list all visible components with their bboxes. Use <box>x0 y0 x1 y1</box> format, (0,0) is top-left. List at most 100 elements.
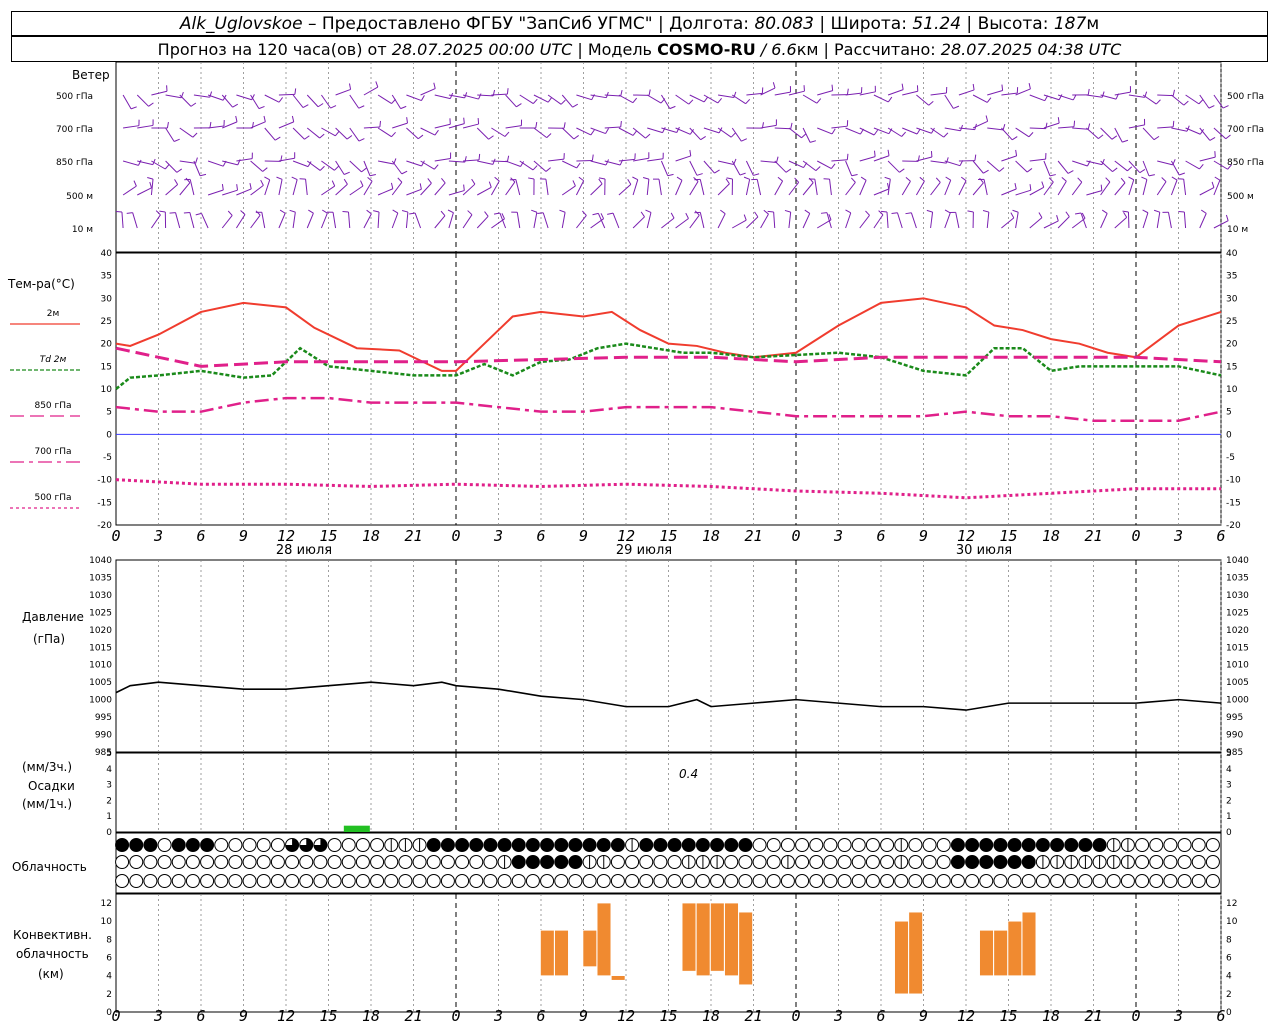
cloud-symbol <box>525 874 540 888</box>
wind-barb-flag <box>717 97 723 104</box>
wind-barb-flag <box>627 178 632 185</box>
x-tick-label: 6 <box>196 527 205 545</box>
wind-barb <box>321 160 335 171</box>
wind-barb <box>1058 126 1075 129</box>
wind-barb <box>612 212 620 229</box>
wind-barb <box>689 181 699 196</box>
wind-barb <box>760 160 777 163</box>
wind-barb-flag <box>1028 132 1034 138</box>
wind-barb <box>193 94 210 98</box>
wind-barb <box>533 127 548 139</box>
wind-barb <box>675 155 691 162</box>
wind-barb <box>261 212 266 229</box>
cloud-symbol <box>115 838 130 852</box>
cloud-symbol <box>922 855 937 869</box>
x-tick-label: 3 <box>1173 1007 1183 1024</box>
wind-barb <box>477 186 492 196</box>
cloud-symbol <box>228 855 243 869</box>
conv-bar <box>908 911 923 995</box>
wind-barb-flag <box>986 97 992 103</box>
cloud-symbol <box>270 855 285 869</box>
wind-barb-flag <box>115 210 122 213</box>
wind-barb-flag <box>276 176 283 180</box>
wind-barb-flag <box>700 136 706 141</box>
x-tick-label: 0 <box>1131 1007 1140 1024</box>
x-tick-label: 9 <box>579 527 588 545</box>
pressure-y-tick: 1005 <box>1226 678 1249 688</box>
cloud-symbol <box>341 838 356 852</box>
wind-barb-flag <box>232 103 239 108</box>
conv-bar <box>611 975 626 981</box>
wind-barb <box>955 212 960 229</box>
wind-barb-flag <box>1172 89 1175 96</box>
wind-barb-flag <box>777 176 783 182</box>
conv-bar <box>554 930 569 976</box>
cloud-symbol <box>540 838 555 852</box>
wind-barb-flag <box>1139 168 1146 174</box>
wind-barb <box>207 160 224 167</box>
wind-barb <box>292 179 298 196</box>
wind-barb <box>306 94 319 108</box>
cloud-symbol <box>299 855 314 869</box>
x-tick-label: 6 <box>876 1007 885 1024</box>
wind-barb-flag <box>304 135 310 140</box>
wind-barb <box>986 212 990 229</box>
wind-barb-flag <box>830 163 836 169</box>
cloud-symbol <box>370 855 385 869</box>
wind-barb <box>1072 127 1089 130</box>
cloud-symbol <box>724 874 739 888</box>
wind-barb-flag <box>1225 214 1229 221</box>
wind-barb-flag <box>375 81 379 88</box>
wind-barb-flag <box>478 93 482 100</box>
cloud-symbol <box>115 855 130 869</box>
wind-barb-flag <box>845 209 851 214</box>
wind-barb-flag <box>373 210 380 213</box>
x-tick-label: 3 <box>833 527 843 545</box>
wind-barb <box>420 127 436 136</box>
wind-barb-flag <box>820 212 828 214</box>
cloud-symbol <box>1135 838 1150 852</box>
wind-barb-flag <box>289 209 296 213</box>
cloud-symbol <box>185 874 200 888</box>
cloud-symbol <box>171 855 186 869</box>
wind-barb-flag <box>846 153 849 160</box>
conv-y-tick: 10 <box>101 917 113 927</box>
cloud-symbol <box>214 838 229 852</box>
cloud-symbol <box>214 855 229 869</box>
wind-level-label: 500 м <box>1227 192 1254 202</box>
wind-barb <box>165 94 182 99</box>
cloud-title: Облачность <box>12 860 87 874</box>
cloud-symbol <box>1191 838 1206 852</box>
wind-barb <box>1057 181 1067 196</box>
wind-barb-flag <box>166 121 169 129</box>
wind-barb-flag <box>935 177 941 183</box>
wind-barb <box>1071 181 1083 196</box>
wind-barb-flag <box>319 165 325 171</box>
wind-barb <box>1015 160 1028 173</box>
wind-barb <box>1185 127 1201 135</box>
pressure-title: Давление <box>22 610 84 624</box>
legend-2m-label: 2м <box>47 309 60 319</box>
wind-barb <box>1128 94 1145 98</box>
cloud-symbol <box>1135 855 1150 869</box>
conv-bar <box>1021 911 1037 976</box>
cloud-symbol <box>653 874 668 888</box>
wind-barb <box>987 127 1004 131</box>
wind-barb <box>887 160 900 173</box>
wind-barb <box>859 180 867 196</box>
temp-y-tick: 35 <box>1226 272 1237 282</box>
wind-barb <box>1156 181 1167 196</box>
wind-barb-flag <box>1011 136 1018 141</box>
pressure-y-tick: 1025 <box>89 608 112 618</box>
cloud-symbol <box>610 855 625 869</box>
conv-bar <box>681 902 697 972</box>
wind-barb-flag <box>535 122 538 129</box>
wind-barb <box>731 94 746 105</box>
wind-barb <box>1213 127 1227 140</box>
wind-barb-flag <box>484 211 489 217</box>
cloud-symbol <box>200 838 215 852</box>
wind-barb <box>136 94 149 107</box>
temp-y-tick: -10 <box>97 476 112 486</box>
legend-700-label: 700 гПа <box>34 447 71 457</box>
cloud-symbol <box>837 874 852 888</box>
